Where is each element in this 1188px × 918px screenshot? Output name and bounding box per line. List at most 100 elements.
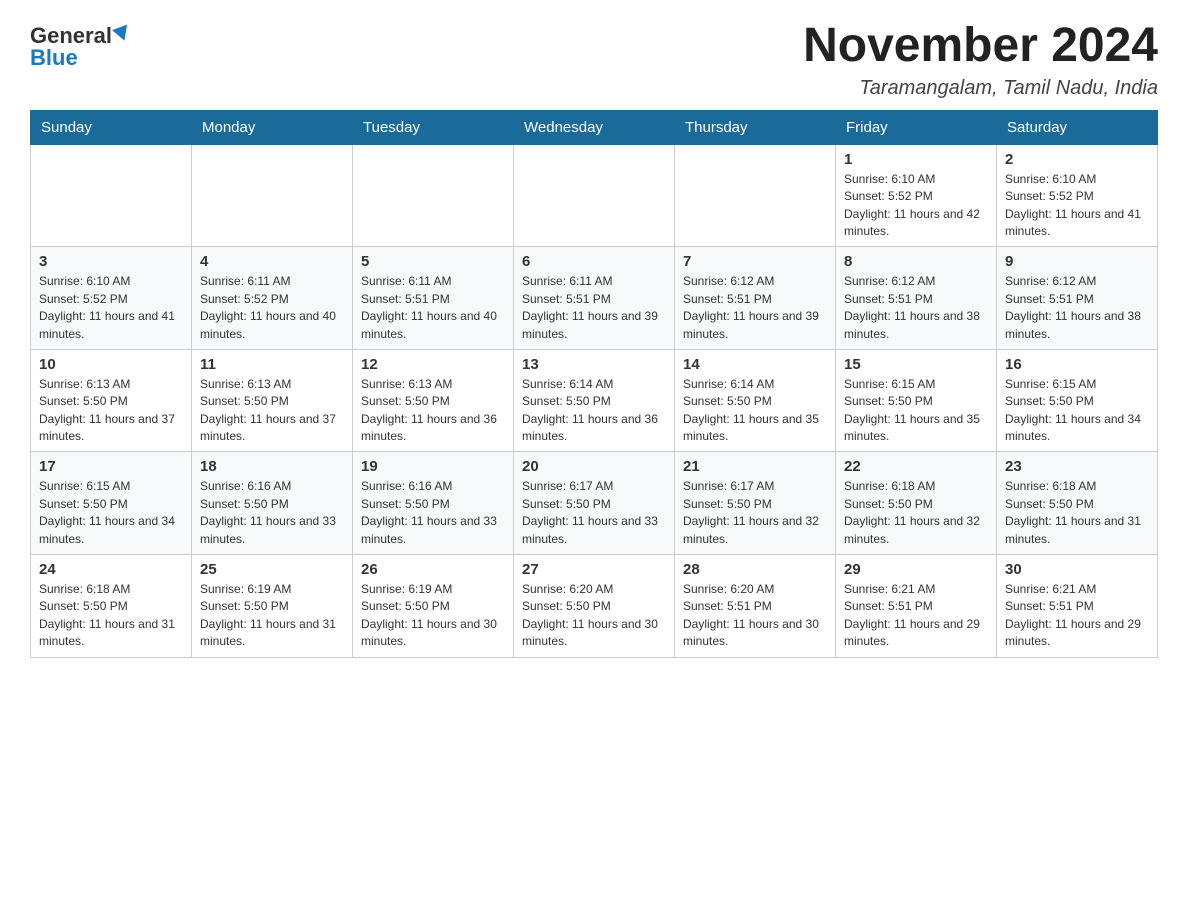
weekday-header-sunday: Sunday xyxy=(31,110,192,144)
calendar-cell xyxy=(192,144,353,247)
location-title: Taramangalam, Tamil Nadu, India xyxy=(803,77,1158,100)
weekday-header-saturday: Saturday xyxy=(997,110,1158,144)
day-number: 14 xyxy=(683,356,827,373)
day-number: 28 xyxy=(683,561,827,578)
day-number: 16 xyxy=(1005,356,1149,373)
calendar-table: SundayMondayTuesdayWednesdayThursdayFrid… xyxy=(30,110,1158,658)
calendar-cell: 22 Sunrise: 6:18 AM Sunset: 5:50 PM Dayli… xyxy=(836,452,997,555)
calendar-cell: 30 Sunrise: 6:21 AM Sunset: 5:51 PM Dayli… xyxy=(997,555,1158,658)
day-info: Sunrise: 6:17 AM Sunset: 5:50 PM Dayligh… xyxy=(683,478,827,548)
calendar-cell: 4Sunrise: 6:11 AM Sunset: 5:52 PM Daylig… xyxy=(192,247,353,350)
day-info: Sunrise: 6:18 AM Sunset: 5:50 PM Dayligh… xyxy=(1005,478,1149,548)
calendar-cell: 26 Sunrise: 6:19 AM Sunset: 5:50 PM Dayli… xyxy=(353,555,514,658)
day-info: Sunrise: 6:12 AM Sunset: 5:51 PM Dayligh… xyxy=(844,273,988,343)
day-info: Sunrise: 6:11 AM Sunset: 5:51 PM Dayligh… xyxy=(361,273,505,343)
day-info: Sunrise: 6:10 AM Sunset: 5:52 PM Dayligh… xyxy=(39,273,183,343)
day-info: Sunrise: 6:18 AM Sunset: 5:50 PM Dayligh… xyxy=(844,478,988,548)
calendar-cell: 7 Sunrise: 6:12 AM Sunset: 5:51 PM Daylig… xyxy=(675,247,836,350)
weekday-header-tuesday: Tuesday xyxy=(353,110,514,144)
calendar-cell: 8 Sunrise: 6:12 AM Sunset: 5:51 PM Daylig… xyxy=(836,247,997,350)
day-number: 12 xyxy=(361,356,505,373)
day-info: Sunrise: 6:10 AM Sunset: 5:52 PM Dayligh… xyxy=(1005,171,1149,241)
day-info: Sunrise: 6:13 AM Sunset: 5:50 PM Dayligh… xyxy=(39,376,183,446)
week-row-4: 17 Sunrise: 6:15 AM Sunset: 5:50 PM Dayli… xyxy=(31,452,1158,555)
day-number: 27 xyxy=(522,561,666,578)
logo-general-text: General xyxy=(30,25,112,47)
calendar-cell xyxy=(675,144,836,247)
calendar-cell: 14 Sunrise: 6:14 AM Sunset: 5:50 PM Dayli… xyxy=(675,349,836,452)
weekday-header-thursday: Thursday xyxy=(675,110,836,144)
calendar-cell: 17 Sunrise: 6:15 AM Sunset: 5:50 PM Dayli… xyxy=(31,452,192,555)
day-number: 8 xyxy=(844,253,988,270)
day-number: 19 xyxy=(361,458,505,475)
day-number: 15 xyxy=(844,356,988,373)
calendar-cell xyxy=(514,144,675,247)
day-info: Sunrise: 6:16 AM Sunset: 5:50 PM Dayligh… xyxy=(200,478,344,548)
day-info: Sunrise: 6:20 AM Sunset: 5:51 PM Dayligh… xyxy=(683,581,827,651)
day-info: Sunrise: 6:12 AM Sunset: 5:51 PM Dayligh… xyxy=(1005,273,1149,343)
day-number: 7 xyxy=(683,253,827,270)
day-number: 24 xyxy=(39,561,183,578)
day-info: Sunrise: 6:11 AM Sunset: 5:52 PM Dayligh… xyxy=(200,273,344,343)
weekday-header-monday: Monday xyxy=(192,110,353,144)
day-number: 5 xyxy=(361,253,505,270)
day-info: Sunrise: 6:11 AM Sunset: 5:51 PM Dayligh… xyxy=(522,273,666,343)
day-number: 21 xyxy=(683,458,827,475)
day-info: Sunrise: 6:18 AM Sunset: 5:50 PM Dayligh… xyxy=(39,581,183,651)
week-row-5: 24 Sunrise: 6:18 AM Sunset: 5:50 PM Dayli… xyxy=(31,555,1158,658)
calendar-cell: 1Sunrise: 6:10 AM Sunset: 5:52 PM Daylig… xyxy=(836,144,997,247)
calendar-cell xyxy=(353,144,514,247)
calendar-cell: 16 Sunrise: 6:15 AM Sunset: 5:50 PM Dayli… xyxy=(997,349,1158,452)
calendar-cell: 5 Sunrise: 6:11 AM Sunset: 5:51 PM Daylig… xyxy=(353,247,514,350)
day-info: Sunrise: 6:21 AM Sunset: 5:51 PM Dayligh… xyxy=(1005,581,1149,651)
calendar-cell: 3 Sunrise: 6:10 AM Sunset: 5:52 PM Daylig… xyxy=(31,247,192,350)
day-number: 2 xyxy=(1005,151,1149,168)
day-info: Sunrise: 6:15 AM Sunset: 5:50 PM Dayligh… xyxy=(39,478,183,548)
calendar-cell: 18 Sunrise: 6:16 AM Sunset: 5:50 PM Dayli… xyxy=(192,452,353,555)
calendar-cell: 15Sunrise: 6:15 AM Sunset: 5:50 PM Dayli… xyxy=(836,349,997,452)
day-number: 23 xyxy=(1005,458,1149,475)
calendar-cell: 25 Sunrise: 6:19 AM Sunset: 5:50 PM Dayli… xyxy=(192,555,353,658)
day-number: 25 xyxy=(200,561,344,578)
day-number: 3 xyxy=(39,253,183,270)
calendar-cell: 10Sunrise: 6:13 AM Sunset: 5:50 PM Dayli… xyxy=(31,349,192,452)
day-info: Sunrise: 6:17 AM Sunset: 5:50 PM Dayligh… xyxy=(522,478,666,548)
logo-blue-text: Blue xyxy=(30,47,78,69)
logo-triangle-icon xyxy=(112,25,132,44)
calendar-cell: 27 Sunrise: 6:20 AM Sunset: 5:50 PM Dayli… xyxy=(514,555,675,658)
calendar-cell: 19 Sunrise: 6:16 AM Sunset: 5:50 PM Dayli… xyxy=(353,452,514,555)
day-number: 17 xyxy=(39,458,183,475)
day-info: Sunrise: 6:20 AM Sunset: 5:50 PM Dayligh… xyxy=(522,581,666,651)
day-number: 20 xyxy=(522,458,666,475)
calendar-cell: 6 Sunrise: 6:11 AM Sunset: 5:51 PM Daylig… xyxy=(514,247,675,350)
header: General Blue November 2024 Taramangalam,… xyxy=(30,20,1158,100)
day-info: Sunrise: 6:14 AM Sunset: 5:50 PM Dayligh… xyxy=(522,376,666,446)
day-info: Sunrise: 6:16 AM Sunset: 5:50 PM Dayligh… xyxy=(361,478,505,548)
day-info: Sunrise: 6:12 AM Sunset: 5:51 PM Dayligh… xyxy=(683,273,827,343)
calendar-cell: 12Sunrise: 6:13 AM Sunset: 5:50 PM Dayli… xyxy=(353,349,514,452)
calendar-cell: 23 Sunrise: 6:18 AM Sunset: 5:50 PM Dayli… xyxy=(997,452,1158,555)
week-row-3: 10Sunrise: 6:13 AM Sunset: 5:50 PM Dayli… xyxy=(31,349,1158,452)
day-number: 13 xyxy=(522,356,666,373)
week-row-2: 3 Sunrise: 6:10 AM Sunset: 5:52 PM Daylig… xyxy=(31,247,1158,350)
day-number: 30 xyxy=(1005,561,1149,578)
calendar-cell: 13 Sunrise: 6:14 AM Sunset: 5:50 PM Dayli… xyxy=(514,349,675,452)
weekday-header-friday: Friday xyxy=(836,110,997,144)
day-number: 29 xyxy=(844,561,988,578)
day-info: Sunrise: 6:19 AM Sunset: 5:50 PM Dayligh… xyxy=(200,581,344,651)
day-info: Sunrise: 6:14 AM Sunset: 5:50 PM Dayligh… xyxy=(683,376,827,446)
day-number: 22 xyxy=(844,458,988,475)
calendar-cell: 20 Sunrise: 6:17 AM Sunset: 5:50 PM Dayli… xyxy=(514,452,675,555)
day-number: 9 xyxy=(1005,253,1149,270)
week-row-1: 1Sunrise: 6:10 AM Sunset: 5:52 PM Daylig… xyxy=(31,144,1158,247)
day-number: 6 xyxy=(522,253,666,270)
month-title: November 2024 xyxy=(803,20,1158,73)
logo: General Blue xyxy=(30,20,130,69)
calendar-cell: 11Sunrise: 6:13 AM Sunset: 5:50 PM Dayli… xyxy=(192,349,353,452)
day-info: Sunrise: 6:19 AM Sunset: 5:50 PM Dayligh… xyxy=(361,581,505,651)
day-number: 18 xyxy=(200,458,344,475)
weekday-header-wednesday: Wednesday xyxy=(514,110,675,144)
day-info: Sunrise: 6:15 AM Sunset: 5:50 PM Dayligh… xyxy=(1005,376,1149,446)
day-number: 26 xyxy=(361,561,505,578)
calendar-cell xyxy=(31,144,192,247)
